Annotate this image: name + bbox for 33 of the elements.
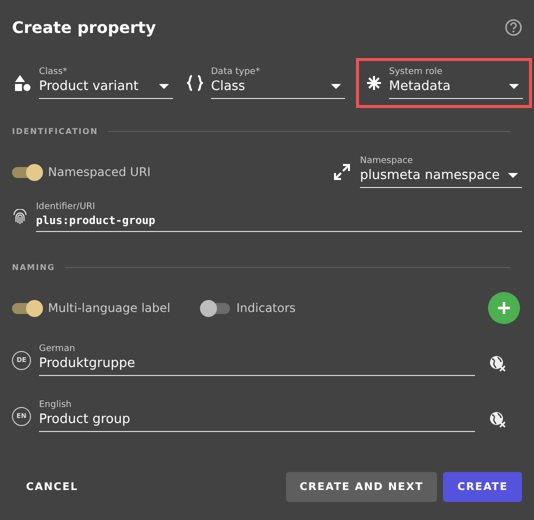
expand-icon xyxy=(334,164,350,180)
toggle-switch[interactable]: Namespaced URI xyxy=(12,165,151,179)
select-field[interactable]: Class* Product variant xyxy=(39,67,173,99)
section-heading: NAMING xyxy=(12,262,56,272)
globe-remove-icon[interactable] xyxy=(489,410,506,428)
select-field[interactable]: Namespace plusmeta namespace xyxy=(360,156,522,188)
caret-icon xyxy=(159,84,169,89)
input-field[interactable]: Identifier/URI plus:product-group xyxy=(36,202,522,232)
braces-icon xyxy=(187,75,203,91)
section-heading: IDENTIFICATION xyxy=(12,126,98,136)
toggle-switch[interactable]: Indicators xyxy=(200,301,296,315)
select-field[interactable]: System role Metadata xyxy=(389,67,523,99)
asterisk-icon xyxy=(367,76,381,90)
shapes-icon xyxy=(15,75,31,91)
create-button[interactable]: CREATE xyxy=(443,472,522,502)
caret-icon xyxy=(508,173,518,178)
toggle-label: Multi-language label xyxy=(48,301,170,315)
help-icon[interactable] xyxy=(505,18,522,36)
caret-icon xyxy=(331,84,341,89)
toggle-switch[interactable]: Multi-language label xyxy=(12,301,170,315)
select-field[interactable]: Data type* Class xyxy=(211,67,345,99)
input-field[interactable]: English Product group xyxy=(39,400,475,432)
fingerprint-icon xyxy=(12,209,28,225)
create-next-button[interactable]: CREATE AND NEXT xyxy=(286,472,438,502)
dialog-title: Create property xyxy=(12,18,156,36)
toggle-label: Namespaced URI xyxy=(48,165,151,179)
add-button[interactable] xyxy=(488,292,520,324)
cancel-button[interactable]: CANCEL xyxy=(12,472,92,502)
plus-icon xyxy=(497,301,511,315)
caret-icon xyxy=(509,84,519,89)
input-field[interactable]: German Produktgruppe xyxy=(39,344,475,376)
toggle-label: Indicators xyxy=(236,301,296,315)
globe-remove-icon[interactable] xyxy=(489,354,506,372)
